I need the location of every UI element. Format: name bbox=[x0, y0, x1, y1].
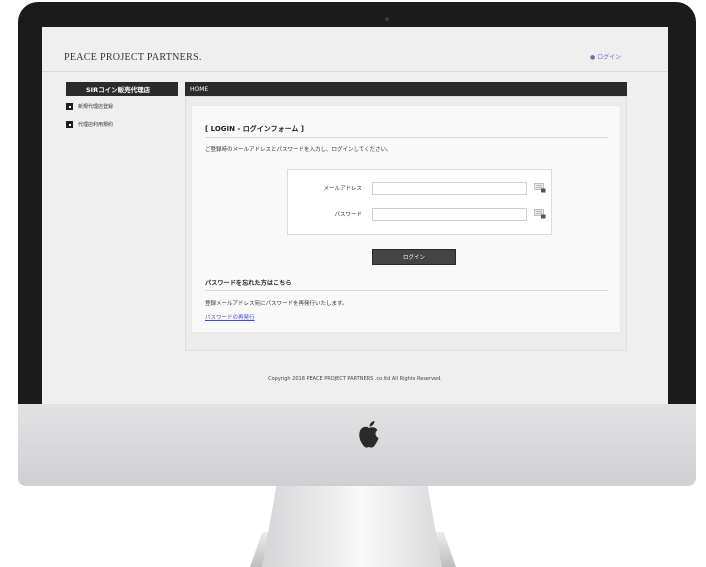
header-divider bbox=[42, 71, 668, 72]
keyboard-icon[interactable] bbox=[534, 209, 546, 219]
email-label: メールアドレス bbox=[323, 186, 362, 192]
breadcrumb-home-bar: HOME bbox=[185, 82, 627, 96]
password-reissue-link[interactable]: パスワードの再発行 bbox=[205, 313, 255, 321]
forgot-password-text: 登録メールアドレス宛にパスワードを再発行いたします。 bbox=[205, 301, 348, 307]
login-form: メールアドレス パスワード bbox=[287, 169, 552, 235]
site-brand[interactable]: PEACE PROJECT PARTNERS. bbox=[64, 52, 202, 63]
sidebar-item-terms[interactable]: 代理店利用規約 bbox=[66, 120, 178, 129]
footer-copyright: Copyrigh 2018 PEACE PROJECT PARTNERS .co… bbox=[268, 376, 442, 382]
forgot-password-heading: パスワードを忘れた方はこちら bbox=[205, 280, 292, 287]
header-login-link[interactable]: ● ログイン bbox=[590, 52, 621, 61]
login-instruction: ご登録時のメールアドレスとパスワードを入力し、ログインしてください。 bbox=[205, 147, 392, 153]
square-bullet-icon bbox=[66, 121, 73, 128]
sidebar-menu: 新規代理店登録 代理店利用規約 bbox=[66, 102, 178, 138]
apple-logo-icon bbox=[359, 421, 379, 448]
email-field[interactable] bbox=[372, 182, 527, 195]
password-field[interactable] bbox=[372, 208, 527, 221]
breadcrumb-home[interactable]: HOME bbox=[190, 86, 208, 93]
sidebar-item-label: 新規代理店登録 bbox=[78, 104, 114, 110]
title-divider bbox=[205, 137, 608, 138]
sidebar-title: SIRコイン販売代理店 bbox=[66, 82, 178, 96]
camera-dot-icon bbox=[385, 17, 389, 21]
forgot-divider bbox=[205, 290, 608, 291]
monitor-chin bbox=[18, 404, 696, 486]
login-button[interactable]: ログイン bbox=[372, 249, 456, 265]
sidebar-item-label: 代理店利用規約 bbox=[78, 122, 114, 128]
keyboard-icon[interactable] bbox=[534, 183, 546, 193]
password-label: パスワード bbox=[334, 212, 362, 218]
sidebar-item-register[interactable]: 新規代理店登録 bbox=[66, 102, 178, 111]
square-bullet-icon bbox=[66, 103, 73, 110]
content-panel: [ LOGIN - ログインフォーム ] ご登録時のメールアドレスとパスワードを… bbox=[185, 96, 627, 351]
login-form-title: [ LOGIN - ログインフォーム ] bbox=[205, 125, 305, 133]
monitor-stand bbox=[262, 486, 442, 567]
login-card: [ LOGIN - ログインフォーム ] ご登録時のメールアドレスとパスワードを… bbox=[191, 105, 621, 333]
browser-screen: PEACE PROJECT PARTNERS. ● ログイン SIRコイン販売代… bbox=[42, 27, 668, 404]
